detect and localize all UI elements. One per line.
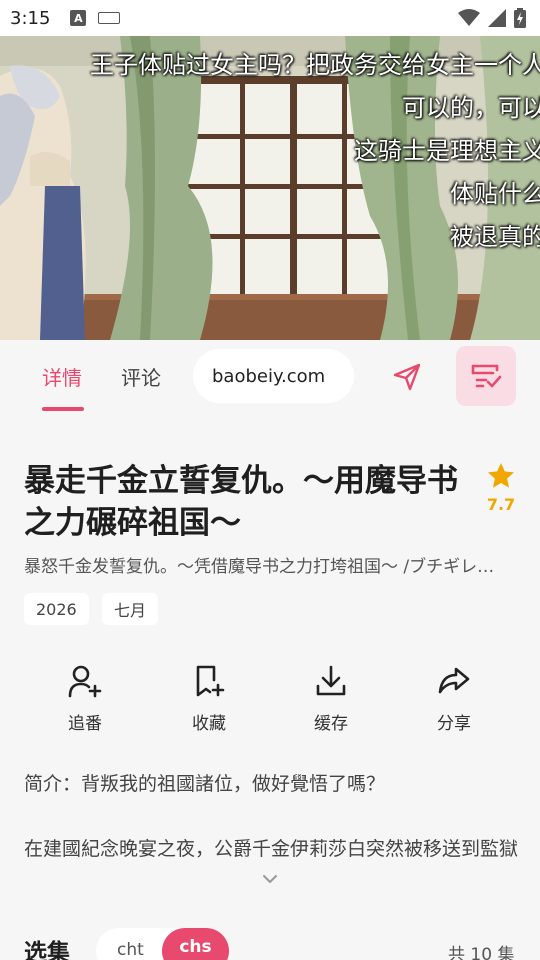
tabs-row: 详情 评论 baobeiy.com xyxy=(0,340,540,420)
tab-detail[interactable]: 详情 xyxy=(42,362,82,391)
danmaku-input[interactable]: baobeiy.com xyxy=(193,349,354,403)
chevron-down-icon[interactable] xyxy=(259,868,281,890)
share-label: 分享 xyxy=(437,714,471,734)
download-button[interactable]: 缓存 xyxy=(286,662,376,734)
rating-badge: 7.7 xyxy=(480,462,522,514)
alt-title: 暴怒千金发誓复仇。～凭借魔导书之力打垮祖国～ /ブチギレ令嬢は誓いました xyxy=(24,557,504,577)
episode-count: 共 10 集 xyxy=(448,945,515,960)
synopsis-heading: 简介：背叛我的祖國諸位，做好覺悟了嗎？ xyxy=(24,773,386,795)
notification-a-icon: A xyxy=(70,10,87,26)
subtitle-line: 可以的，可以 xyxy=(402,94,540,122)
download-label: 缓存 xyxy=(314,714,348,734)
battery-charging-icon xyxy=(514,8,526,28)
status-bar: 3:15 A xyxy=(0,0,540,36)
status-time: 3:15 xyxy=(10,7,51,29)
bookmark-add-icon xyxy=(196,665,225,697)
wifi-icon xyxy=(458,9,480,26)
episodes-title: 选集 xyxy=(24,940,70,960)
follow-icon xyxy=(68,665,102,698)
synopsis-text: 在建國紀念晚宴之夜，公爵千金伊莉莎白突然被移送到監獄 xyxy=(24,838,519,860)
subtitle-language-switch[interactable]: cht chs xyxy=(96,928,229,960)
anime-title: 暴走千金立誓复仇。～用魔导书之力碾碎祖国～ xyxy=(24,463,458,541)
subtitle-overlay: 王子体贴过女主吗？把政务交给女主一个人 可以的，可以 这骑士是理想主义 体贴什么… xyxy=(90,44,540,259)
danmaku-settings-icon xyxy=(471,364,502,388)
subtitle-line: 这骑士是理想主义 xyxy=(354,137,540,165)
share-button[interactable]: 分享 xyxy=(409,662,499,734)
subtitle-line: 体贴什么 xyxy=(450,180,540,208)
danmaku-toggle-button[interactable] xyxy=(456,346,516,406)
active-tab-indicator xyxy=(42,407,84,411)
lang-option-cht[interactable]: cht xyxy=(117,940,144,960)
status-icons xyxy=(458,8,526,28)
tag-year[interactable]: 2026 xyxy=(24,593,89,625)
download-icon xyxy=(316,665,346,696)
follow-label: 追番 xyxy=(68,714,102,734)
favorite-button[interactable]: 收藏 xyxy=(164,662,254,734)
video-player[interactable]: 王子体贴过女主吗？把政务交给女主一个人 可以的，可以 这骑士是理想主义 体贴什么… xyxy=(0,36,540,340)
tab-comments[interactable]: 评论 xyxy=(121,362,161,391)
keyboard-icon xyxy=(98,12,121,24)
star-icon xyxy=(488,463,514,488)
tag-season[interactable]: 七月 xyxy=(102,593,159,625)
rating-value: 7.7 xyxy=(486,495,516,514)
lang-option-chs[interactable]: chs xyxy=(162,928,229,960)
subtitle-line: 被退真的 xyxy=(450,223,540,251)
signal-icon xyxy=(488,9,506,27)
favorite-label: 收藏 xyxy=(192,714,226,734)
send-danmaku-button[interactable] xyxy=(388,358,426,396)
share-icon xyxy=(438,667,470,694)
follow-button[interactable]: 追番 xyxy=(40,662,130,734)
subtitle-line: 王子体贴过女主吗？把政务交给女主一个人 xyxy=(90,51,540,79)
send-icon xyxy=(393,363,421,391)
